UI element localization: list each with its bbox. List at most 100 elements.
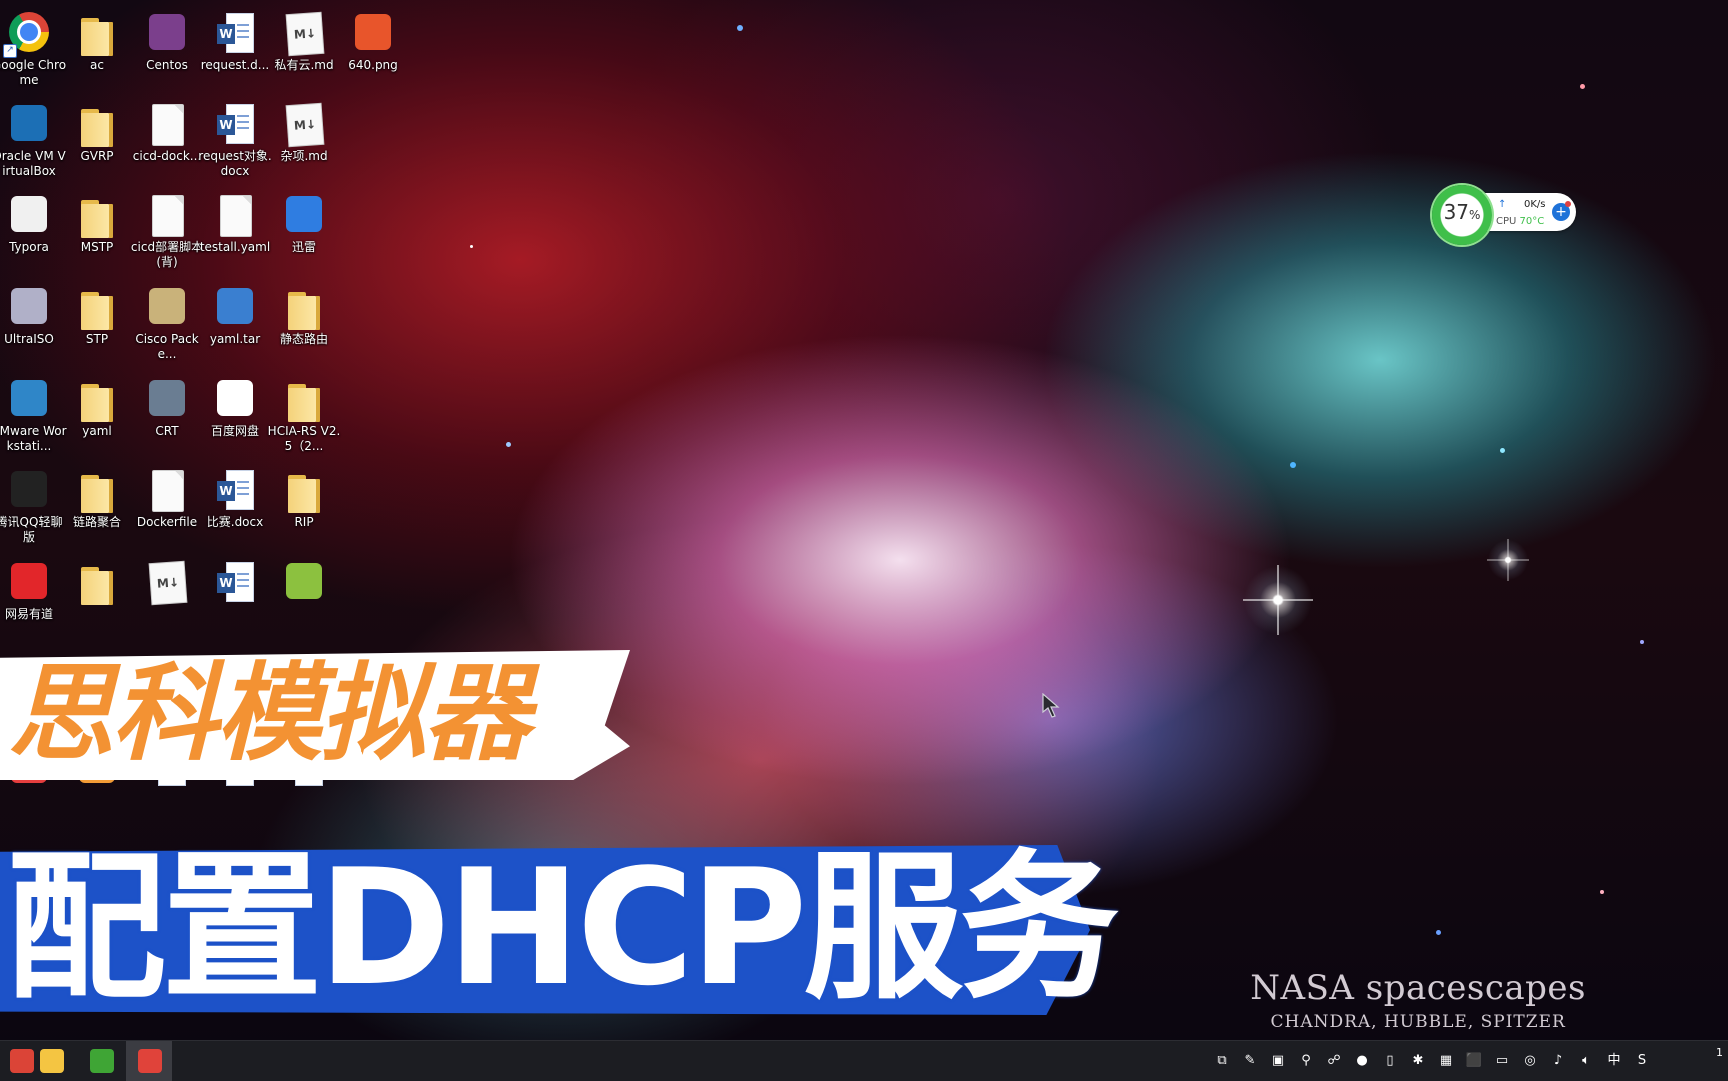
star	[1600, 890, 1604, 894]
tray-icon[interactable]: ●	[1352, 1051, 1372, 1071]
desktop-icon[interactable]: VMware Workstati...	[0, 368, 67, 454]
tray-icon[interactable]: ⚲	[1296, 1051, 1316, 1071]
desktop-icon-label: 比赛.docx	[206, 515, 264, 529]
folder-icon	[73, 557, 121, 605]
desktop-icon-label: 私有云.md	[274, 58, 334, 72]
tray-icon[interactable]: ✱	[1408, 1051, 1428, 1071]
word-document-icon: W	[211, 557, 259, 605]
desktop-icon[interactable]: MSTP	[59, 184, 135, 255]
tray-icon[interactable]: ⬛	[1464, 1051, 1484, 1071]
tray-icon[interactable]: S	[1632, 1051, 1652, 1071]
desktop-icon[interactable]: M↓	[129, 551, 205, 607]
star	[1290, 462, 1296, 468]
desktop-icon-label: yaml	[82, 424, 112, 438]
tray-icon[interactable]: ▯	[1380, 1051, 1400, 1071]
tray-icon[interactable]: ▦	[1436, 1051, 1456, 1071]
tray-icon[interactable]: ☍	[1324, 1051, 1344, 1071]
desktop-icon[interactable]: ac	[59, 2, 135, 73]
desktop-icon-label: STP	[85, 332, 109, 346]
tray-icon[interactable]: ✎	[1240, 1051, 1260, 1071]
chrome-icon: ↗	[3, 8, 53, 58]
memory-percent-unit: %	[1469, 208, 1481, 222]
desktop-icon-label: 百度网盘	[210, 424, 259, 438]
file-icon	[143, 465, 191, 513]
system-clock[interactable]: 1	[1716, 1045, 1728, 1060]
star	[1640, 640, 1644, 644]
desktop-icon[interactable]: cicd部署脚本(背)	[129, 184, 205, 270]
desktop-icon-label: Typora	[9, 240, 49, 254]
star	[1500, 448, 1505, 453]
desktop-icon-label: request对象.docx	[198, 149, 272, 178]
file-explorer-taskbar-button[interactable]	[28, 1041, 74, 1081]
tray-icon[interactable]: ▣	[1268, 1051, 1288, 1071]
application-icon	[211, 374, 259, 422]
desktop-icon[interactable]: Dockerfile	[129, 459, 205, 530]
memory-percent: 37%	[1432, 200, 1492, 224]
tray-icon[interactable]: ♪	[1548, 1051, 1568, 1071]
markdown-file-icon: M↓	[143, 557, 191, 605]
desktop-icon-label: Cisco Packe...	[135, 332, 199, 361]
desktop-icon-label: Dockerfile	[136, 515, 198, 529]
camtasia-icon	[90, 1049, 114, 1073]
tray-icon[interactable]: 🔈︎	[1576, 1051, 1596, 1071]
desktop-icon[interactable]: 链路聚合	[59, 459, 135, 530]
application-icon	[280, 190, 328, 238]
desktop-icon[interactable]: testall.yaml	[197, 184, 273, 255]
desktop-icon-label: yaml.tar	[209, 332, 261, 346]
desktop-icon[interactable]: Wrequest对象.docx	[197, 93, 273, 179]
tray-icon[interactable]: ▭	[1492, 1051, 1512, 1071]
desktop-icon[interactable]: Cisco Packe...	[129, 276, 205, 362]
desktop-icon[interactable]: GVRP	[59, 93, 135, 164]
camtasia-taskbar-button[interactable]	[78, 1041, 124, 1081]
title-configure-dhcp: 配置DHCP服务	[6, 834, 1119, 1021]
desktop-icon[interactable]: M↓ 私有云.md	[266, 2, 342, 73]
desktop-icon[interactable]: Typora	[0, 184, 67, 255]
desktop-icon[interactable]: Centos	[129, 2, 205, 73]
desktop-icon-label: cicd-dock...	[132, 149, 202, 163]
desktop-icon-label: 静态路由	[279, 332, 328, 346]
desktop-icon[interactable]: ↗Google Chrome	[0, 2, 67, 88]
desktop-icon[interactable]: yaml	[59, 368, 135, 439]
desktop-icon[interactable]: 腾讯QQ轻聊版	[0, 459, 67, 545]
application-icon	[280, 557, 328, 605]
desktop-icon[interactable]: Oracle VM VirtualBox	[0, 93, 67, 179]
desktop-icon[interactable]: 静态路由	[266, 276, 342, 347]
desktop-icon[interactable]: M↓ 杂项.md	[266, 93, 342, 164]
upload-arrow-icon: ↑	[1498, 199, 1507, 210]
desktop-icon[interactable]: 640.png	[335, 2, 411, 73]
wallpaper-credit-title: NASA spacescapes	[1250, 968, 1586, 1008]
desktop-icon[interactable]: yaml.tar	[197, 276, 273, 347]
star	[506, 442, 511, 447]
desktop-icon[interactable]: HCIA-RS V2.5（2...	[266, 368, 342, 454]
desktop-icon[interactable]: W 比赛.docx	[197, 459, 273, 530]
bright-star	[1243, 565, 1313, 635]
word-document-icon: W	[211, 8, 259, 56]
desktop-icon[interactable]	[266, 551, 342, 607]
application-icon	[5, 557, 53, 605]
folder-icon	[73, 190, 121, 238]
desktop-icon[interactable]	[59, 551, 135, 607]
application-icon	[5, 99, 53, 147]
desktop-icon[interactable]: 迅雷	[266, 184, 342, 255]
recorder-taskbar-button[interactable]	[126, 1041, 172, 1081]
system-monitor-widget[interactable]: 37% ↑ 0K/s CPU 70°C +	[1432, 185, 1576, 245]
desktop-icon[interactable]: 百度网盘	[197, 368, 273, 439]
application-icon	[143, 374, 191, 422]
desktop-icon[interactable]: Wrequest.d...	[197, 2, 273, 73]
desktop-icon[interactable]: W	[197, 551, 273, 607]
desktop-icon-label: UltraISO	[4, 332, 54, 346]
tray-icon[interactable]: ⧉	[1212, 1051, 1232, 1071]
notification-dot	[1565, 201, 1571, 207]
file-explorer-icon	[40, 1049, 64, 1073]
folder-icon	[73, 99, 121, 147]
desktop-icon[interactable]: CRT	[129, 368, 205, 439]
desktop-icon[interactable]: 网易有道	[0, 551, 67, 622]
tray-icon[interactable]: ◎	[1520, 1051, 1540, 1071]
tray-icon[interactable]: 中	[1604, 1051, 1624, 1071]
desktop-icon[interactable]: cicd-dock...	[129, 93, 205, 164]
desktop-icon-label: GVRP	[80, 149, 114, 163]
star	[737, 25, 743, 31]
desktop-icon[interactable]: RIP	[266, 459, 342, 530]
desktop-icon[interactable]: STP	[59, 276, 135, 347]
desktop-icon[interactable]: UltraISO	[0, 276, 67, 347]
